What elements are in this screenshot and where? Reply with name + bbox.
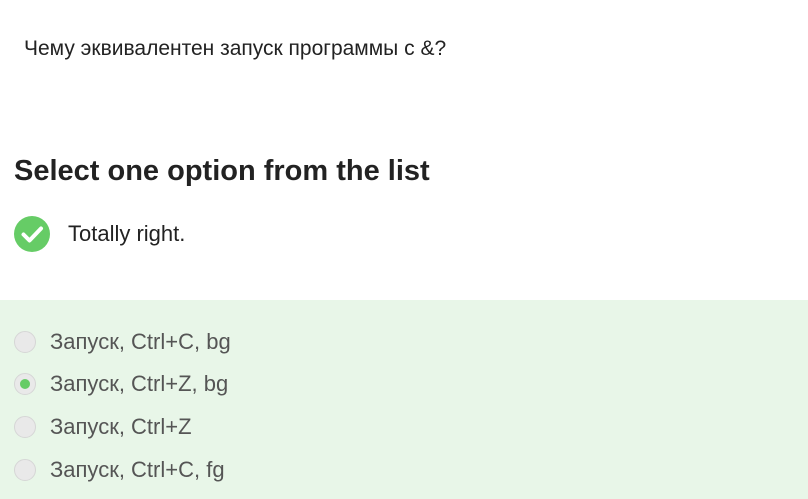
radio-button-selected[interactable] (14, 373, 36, 395)
options-list: Запуск, Ctrl+C, bg Запуск, Ctrl+Z, bg За… (0, 300, 808, 499)
check-circle-icon (14, 216, 50, 252)
option-item[interactable]: Запуск, Ctrl+Z (14, 414, 192, 440)
option-label: Запуск, Ctrl+Z, bg (50, 371, 229, 396)
option-item[interactable]: Запуск, Ctrl+C, fg (14, 457, 225, 483)
question-text: Чему эквивалентен запуск программы с &? (24, 37, 447, 60)
section-heading: Select one option from the list (14, 155, 430, 187)
radio-button[interactable] (14, 331, 36, 353)
feedback-message: Totally right. (14, 216, 185, 252)
radio-button[interactable] (14, 459, 36, 481)
quiz-page: Чему эквивалентен запуск программы с &? … (0, 0, 808, 499)
option-label: Запуск, Ctrl+Z (50, 414, 192, 439)
option-label: Запуск, Ctrl+C, bg (50, 329, 231, 354)
option-label: Запуск, Ctrl+C, fg (50, 457, 225, 482)
feedback-text: Totally right. (68, 221, 186, 246)
option-item[interactable]: Запуск, Ctrl+Z, bg (14, 371, 228, 397)
option-item[interactable]: Запуск, Ctrl+C, bg (14, 329, 231, 355)
radio-button[interactable] (14, 416, 36, 438)
